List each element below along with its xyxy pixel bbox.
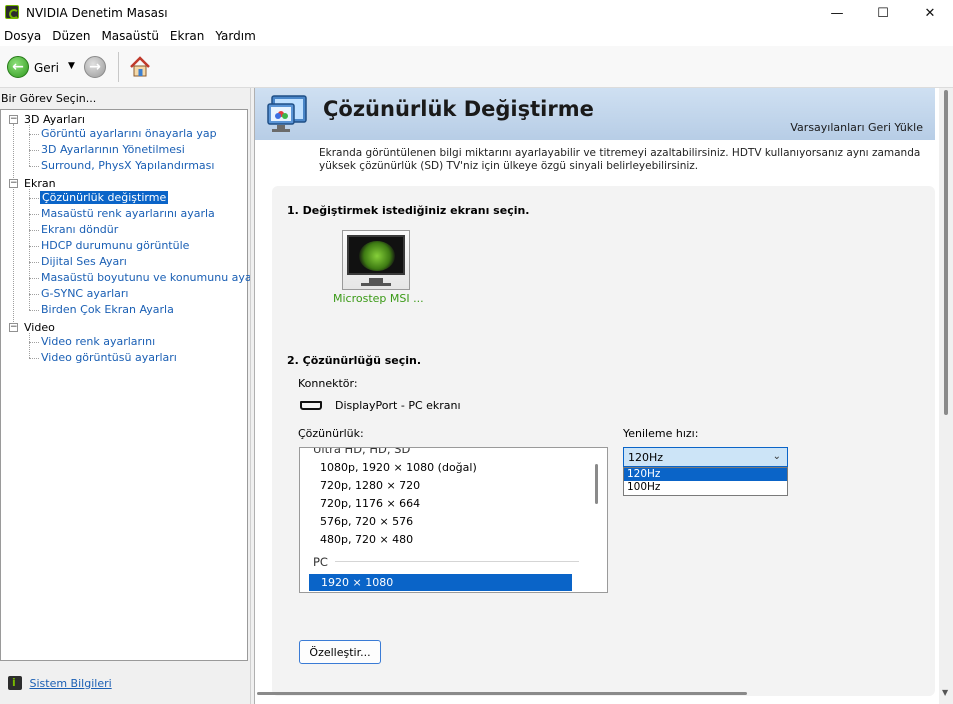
tree-category-display[interactable]: Ekran (24, 177, 56, 190)
resolution-list-scrollbar[interactable] (595, 464, 598, 504)
refresh-option-120hz[interactable]: 120Hz (624, 468, 787, 481)
resolution-list[interactable]: Ultra HD, HD, SD 1080p, 1920 × 1080 (doğ… (299, 447, 608, 593)
customize-button[interactable]: Özelleştir... (299, 640, 381, 664)
vertical-scrollbar-thumb[interactable] (944, 90, 948, 415)
info-icon (8, 676, 22, 690)
tree-item-multiple-displays[interactable]: Birden Çok Ekran Ayarla (41, 303, 174, 316)
window-title: NVIDIA Denetim Masası (26, 6, 168, 20)
resolution-option[interactable]: 576p, 720 × 576 (320, 515, 413, 528)
tree-expander-display[interactable]: − (9, 179, 18, 188)
toolbar-separator (118, 52, 119, 82)
refresh-rate-select[interactable]: 120Hz ⌄ (623, 447, 788, 467)
display-tile-label[interactable]: Microstep MSI ... (333, 292, 424, 305)
tree-item-video-color[interactable]: Video renk ayarlarını (41, 335, 155, 348)
back-button-label[interactable]: Geri (34, 61, 59, 75)
task-pane-header: Bir Görev Seçin... (1, 92, 97, 105)
resolution-option[interactable]: 720p, 1280 × 720 (320, 479, 420, 492)
nvidia-app-icon (5, 5, 19, 19)
page-banner: Çözünürlük Değiştirme Varsayılanları Ger… (255, 88, 935, 140)
displayport-icon (300, 401, 322, 410)
menu-ekran[interactable]: Ekran (166, 26, 211, 46)
horizontal-scrollbar[interactable] (257, 692, 747, 695)
monitor-screen (347, 235, 405, 275)
restore-defaults-link[interactable]: Varsayılanları Geri Yükle (790, 121, 923, 134)
step1-heading: 1. Değiştirmek istediğiniz ekranı seçin. (287, 204, 530, 217)
connector-value: DisplayPort - PC ekranı (335, 399, 461, 412)
resolution-label: Çözünürlük: (298, 427, 364, 440)
task-tree: − 3D Ayarları Görüntü ayarlarını önayarl… (0, 109, 266, 661)
tree-item-rotate-display[interactable]: Ekranı döndür (41, 223, 118, 236)
resolution-category-uhd: Ultra HD, HD, SD (313, 447, 411, 456)
tree-expander-video[interactable]: − (9, 323, 18, 332)
resolution-option-selected[interactable]: 1920 × 1080 (309, 574, 572, 591)
resolution-option[interactable]: 480p, 720 × 480 (320, 533, 413, 546)
tree-line (13, 124, 14, 330)
tree-line (29, 333, 30, 358)
tree-item-gsync[interactable]: G-SYNC ayarları (41, 287, 129, 300)
menu-yardim[interactable]: Yardım (211, 26, 262, 46)
menu-masaustu[interactable]: Masaüstü (97, 26, 165, 46)
history-dropdown-icon[interactable]: ▼ (68, 61, 75, 71)
forward-arrow-icon[interactable]: → (84, 56, 106, 78)
tree-category-video[interactable]: Video (24, 321, 55, 334)
tree-item-image-presets[interactable]: Görüntü ayarlarını önayarla yap (41, 127, 217, 140)
back-arrow-icon[interactable]: ← (7, 56, 29, 78)
page-description: Ekranda görüntülenen bilgi miktarını aya… (319, 147, 921, 172)
resolution-option[interactable]: 720p, 1176 × 664 (320, 497, 420, 510)
tree-item-desktop-size[interactable]: Masaüstü boyutunu ve konumunu ayarla (41, 271, 266, 284)
tree-item-manage-3d[interactable]: 3D Ayarlarının Yönetilmesi (41, 143, 185, 156)
system-info-link[interactable]: Sistem Bilgileri (30, 677, 112, 690)
refresh-rate-value: 120Hz (628, 451, 664, 464)
step2-heading: 2. Çözünürlüğü seçin. (287, 354, 422, 367)
tree-item-digital-audio[interactable]: Dijital Ses Ayarı (41, 255, 127, 268)
display-tile-msi[interactable] (342, 230, 410, 290)
refresh-rate-dropdown: 120Hz 100Hz (623, 467, 788, 496)
refresh-rate-label: Yenileme hızı: (623, 427, 699, 440)
vertical-scrollbar[interactable]: ▼ (939, 88, 953, 704)
tree-item-video-image[interactable]: Video görüntüsü ayarları (41, 351, 177, 364)
minimize-button[interactable]: — (814, 0, 860, 26)
refresh-option-100hz[interactable]: 100Hz (624, 481, 787, 494)
home-icon[interactable] (128, 55, 152, 79)
tree-expander-3d[interactable]: − (9, 115, 18, 124)
tree-category-3d-settings[interactable]: 3D Ayarları (24, 113, 85, 126)
resolution-category-pc: PC (313, 555, 328, 569)
maximize-button[interactable]: ☐ (860, 0, 906, 26)
page-title: Çözünürlük Değiştirme (323, 97, 594, 121)
toolbar: ← Geri ▼ → (0, 46, 953, 88)
chevron-down-icon: ⌄ (772, 451, 781, 462)
display-resolution-icon (267, 95, 307, 132)
menu-duzen[interactable]: Düzen (48, 26, 97, 46)
tree-item-change-resolution[interactable]: Çözünürlük değiştirme (40, 191, 169, 204)
menu-dosya[interactable]: Dosya (0, 26, 48, 46)
title-bar: NVIDIA Denetim Masası — ☐ ✕ (0, 0, 953, 26)
close-button[interactable]: ✕ (907, 0, 953, 26)
tree-line (29, 189, 30, 310)
connector-label: Konnektör: (298, 377, 358, 390)
scroll-down-icon[interactable]: ▼ (942, 688, 948, 697)
tree-item-hdcp-status[interactable]: HDCP durumunu görüntüle (41, 239, 189, 252)
system-info-footer: Sistem Bilgileri (8, 676, 112, 690)
tree-item-desktop-color[interactable]: Masaüstü renk ayarlarını ayarla (41, 207, 215, 220)
tree-item-surround-physx[interactable]: Surround, PhysX Yapılandırması (41, 159, 214, 172)
menu-bar: Dosya Düzen Masaüstü Ekran Yardım (0, 26, 953, 46)
tree-line (29, 125, 30, 166)
resolution-option[interactable]: 1080p, 1920 × 1080 (doğal) (320, 461, 477, 474)
content-pane: Çözünürlük Değiştirme Varsayılanları Ger… (254, 88, 953, 704)
